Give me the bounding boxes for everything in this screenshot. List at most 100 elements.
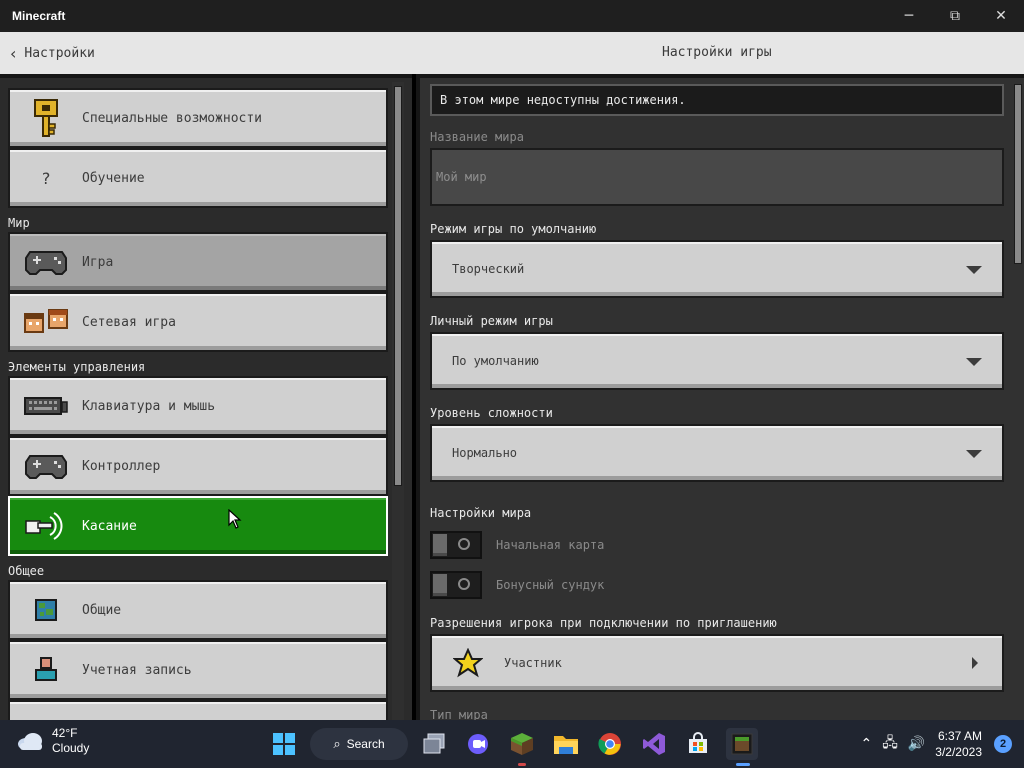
- sidebar-item-label: Учетная запись: [82, 662, 192, 678]
- chevron-down-icon: [966, 450, 982, 458]
- network-icon[interactable]: 🖧: [882, 732, 898, 756]
- chrome-icon: [598, 733, 621, 755]
- start-button[interactable]: [268, 728, 300, 760]
- permissions-button[interactable]: Участник: [430, 634, 1004, 692]
- close-button[interactable]: ✕: [978, 0, 1024, 32]
- personal-mode-label: Личный режим игры: [430, 314, 553, 328]
- starting-map-label: Начальная карта: [496, 538, 605, 552]
- settings-header: ‹ Настройки Настройки игры: [0, 32, 1024, 74]
- toggle-knob: [433, 534, 447, 556]
- visual-studio-button[interactable]: [638, 728, 670, 760]
- chrome-button[interactable]: [594, 728, 626, 760]
- touch-icon: [10, 498, 82, 554]
- store-icon: [689, 732, 707, 753]
- key-icon: [10, 90, 82, 146]
- file-explorer-button[interactable]: [550, 728, 582, 760]
- weather-desc: Cloudy: [52, 741, 90, 755]
- sidebar-item-label: Игра: [82, 254, 114, 270]
- world-name-input[interactable]: Мой мир: [430, 148, 1004, 206]
- sidebar-item-label: Обучение: [82, 170, 145, 186]
- settings-scrollbar[interactable]: [1014, 84, 1022, 264]
- search-label: Search: [346, 737, 385, 751]
- bonus-chest-label: Бонусный сундук: [496, 578, 605, 592]
- teams-chat-button[interactable]: [462, 728, 494, 760]
- clock[interactable]: 6:37 AM 3/2/2023: [935, 728, 982, 760]
- windows-icon: [273, 733, 295, 755]
- weather-widget[interactable]: 42°F Cloudy: [16, 726, 89, 756]
- starting-map-row: Начальная карта: [430, 530, 604, 560]
- microsoft-store-button[interactable]: [682, 728, 714, 760]
- account-icon: [10, 642, 82, 698]
- sidebar-item-partial[interactable]: [8, 700, 388, 720]
- world-type-label: Тип мира: [430, 708, 488, 720]
- taskbar: 42°F Cloudy ⌕ Search ⌃ 🖧 🔊 6:37 AM 3/2/2…: [0, 720, 1024, 768]
- toggle-off-icon: [458, 538, 470, 550]
- sidebar-item-accessibility[interactable]: Специальные возможности: [8, 88, 388, 148]
- world-name-label: Название мира: [430, 130, 524, 144]
- folder-icon: [554, 736, 578, 754]
- notification-badge[interactable]: 2: [994, 735, 1012, 753]
- toggle-knob: [433, 574, 447, 596]
- achievements-notice: В этом мире недоступны достижения.: [430, 84, 1004, 116]
- permissions-value: Участник: [504, 656, 562, 670]
- sidebar-item-label: Контроллер: [82, 458, 161, 474]
- storage-icon: [10, 702, 82, 720]
- clock-date: 3/2/2023: [935, 745, 982, 759]
- clock-time: 6:37 AM: [937, 729, 982, 743]
- section-label-controls: Элементы управления: [8, 360, 146, 374]
- window-controls: ─ ⧉ ✕: [886, 0, 1024, 32]
- window-title: Minecraft: [12, 9, 66, 23]
- minecraft-taskbar-button[interactable]: [506, 728, 538, 760]
- sidebar-item-game[interactable]: Игра: [8, 232, 388, 292]
- chevron-down-icon: [966, 358, 982, 366]
- world-settings-label: Настройки мира: [430, 506, 532, 520]
- taskbar-search[interactable]: ⌕ Search: [310, 728, 408, 760]
- chevron-right-icon: [972, 657, 978, 669]
- launcher-active-indicator: [736, 763, 750, 766]
- task-view-button[interactable]: [418, 728, 450, 760]
- sidebar-item-multiplayer[interactable]: Сетевая игра: [8, 292, 388, 352]
- back-button[interactable]: ‹ Настройки: [10, 32, 95, 74]
- cloud-icon: [18, 733, 42, 750]
- window-titlebar: Minecraft ─ ⧉ ✕: [0, 0, 1024, 32]
- sidebar-item-label: Клавиатура и мышь: [82, 398, 216, 414]
- personal-mode-dropdown[interactable]: По умолчанию: [430, 332, 1004, 390]
- minimize-button[interactable]: ─: [886, 0, 932, 32]
- sidebar-item-controller[interactable]: Контроллер: [8, 436, 388, 496]
- volume-icon[interactable]: 🔊: [908, 736, 925, 752]
- globe-icon: [10, 582, 82, 638]
- sidebar-item-keyboard-mouse[interactable]: Клавиатура и мышь: [8, 376, 388, 436]
- dropdown-value: Творческий: [452, 262, 525, 276]
- toggle-off-icon: [458, 578, 470, 590]
- minecraft-launcher-icon: [731, 733, 753, 755]
- sidebar-item-account[interactable]: Учетная запись: [8, 640, 388, 700]
- sidebar-item-touch[interactable]: Касание: [8, 496, 388, 556]
- difficulty-dropdown[interactable]: Нормально: [430, 424, 1004, 482]
- chevron-down-icon: [966, 266, 982, 274]
- question-icon: ?: [41, 168, 51, 188]
- bonus-chest-toggle[interactable]: [430, 571, 482, 599]
- dropdown-value: Нормально: [452, 446, 518, 460]
- star-icon: [432, 648, 504, 678]
- maximize-button[interactable]: ⧉: [932, 0, 978, 32]
- starting-map-toggle[interactable]: [430, 531, 482, 559]
- controller-icon: [10, 438, 82, 494]
- chevron-up-icon[interactable]: ⌃: [860, 736, 872, 752]
- sidebar-item-tutorial[interactable]: ? Обучение: [8, 148, 388, 208]
- bonus-chest-row: Бонусный сундук: [430, 570, 604, 600]
- sidebar-item-label: Специальные возможности: [82, 110, 263, 126]
- sidebar-item-general[interactable]: Общие: [8, 580, 388, 640]
- mouse-cursor-icon: [228, 508, 242, 533]
- default-mode-dropdown[interactable]: Творческий: [430, 240, 1004, 298]
- multiplayer-icon: [10, 294, 82, 350]
- difficulty-label: Уровень сложности: [430, 406, 553, 420]
- weather-temp: 42°F: [52, 726, 78, 740]
- sidebar-item-label: Сетевая игра: [82, 314, 176, 330]
- sidebar-item-label: Общие: [82, 602, 122, 618]
- default-mode-label: Режим игры по умолчанию: [430, 222, 597, 236]
- sidebar-item-label: Касание: [82, 518, 137, 534]
- section-label-general: Общее: [8, 564, 45, 578]
- minecraft-launcher-button[interactable]: [726, 728, 758, 760]
- controller-icon: [10, 234, 82, 290]
- sidebar-scrollbar[interactable]: [394, 86, 402, 486]
